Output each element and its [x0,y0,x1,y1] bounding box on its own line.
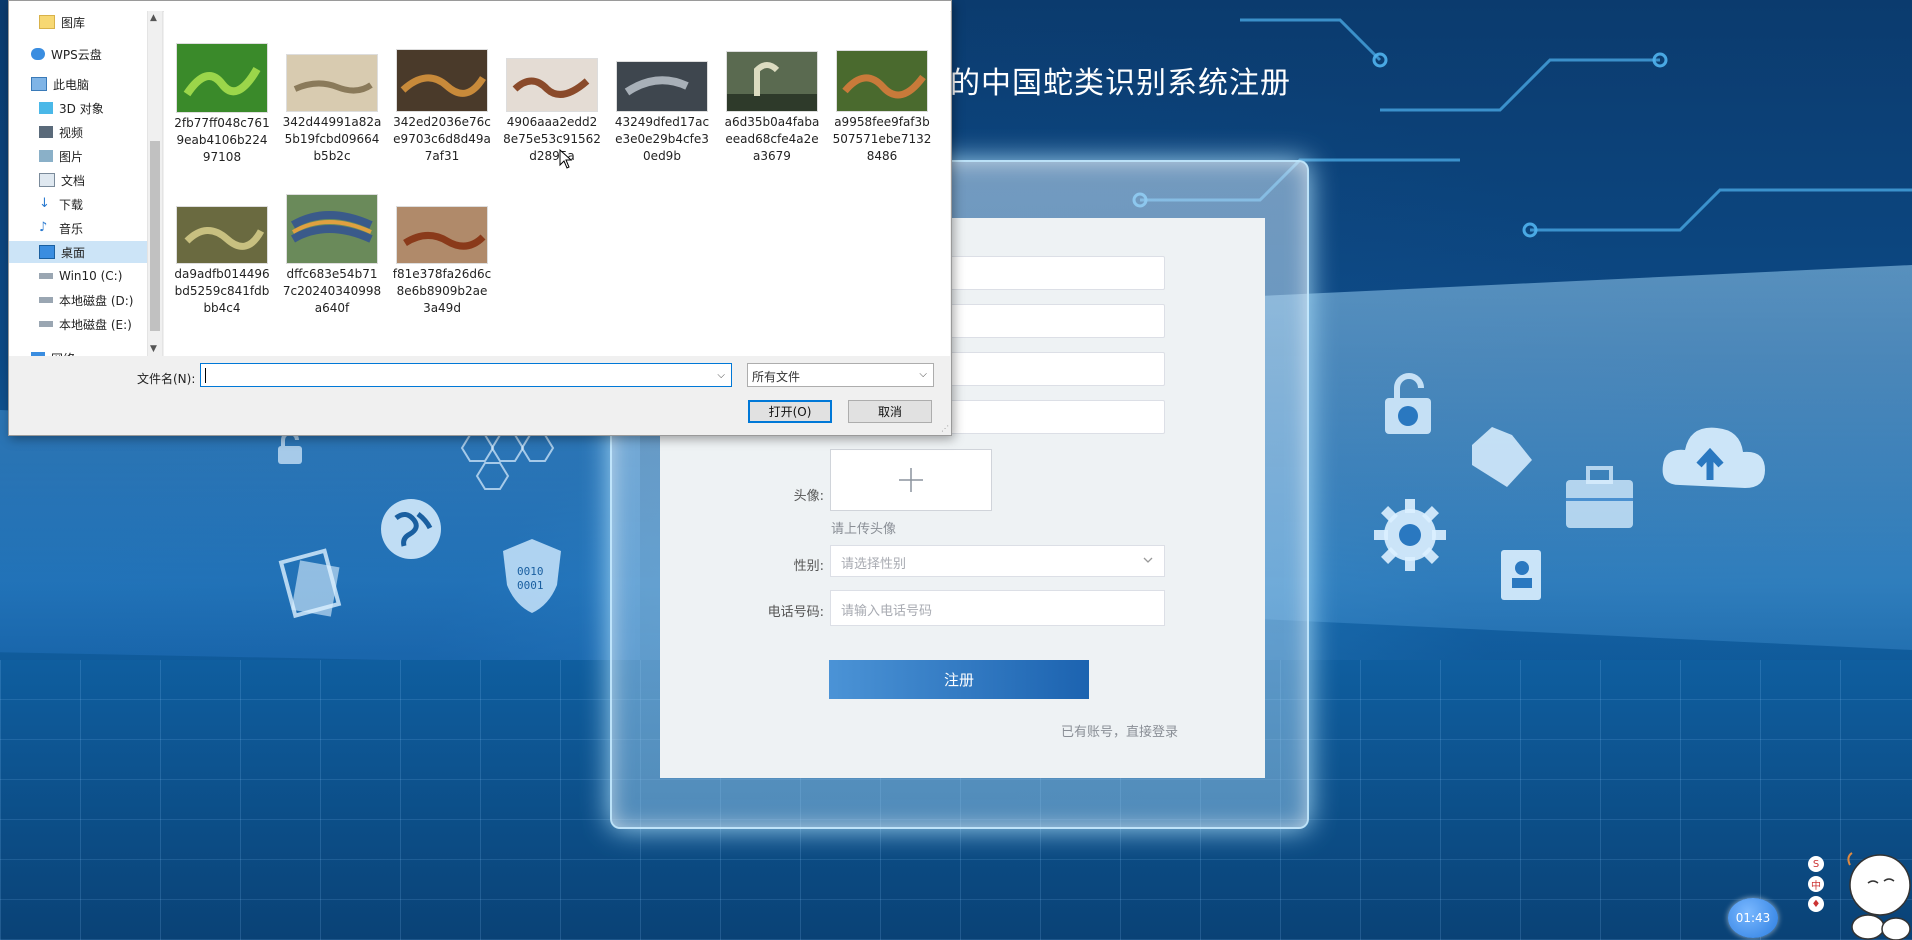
snake-thumbnail [396,206,488,264]
contact-book-icon [1501,550,1541,600]
nav-item-videos[interactable]: 视频 [9,121,147,143]
nav-item-wps-cloud[interactable]: WPS云盘 [9,43,147,65]
pictures-icon [278,548,342,619]
snake-thumbnail [286,194,378,264]
resize-grip-icon[interactable]: ⋰ [941,424,949,433]
nav-item-drive-d[interactable]: 本地磁盘 (D:) [9,289,147,311]
nav-item-desktop[interactable]: 桌面 [9,241,147,263]
hexagon-pattern [460,434,555,490]
file-item[interactable]: f81e378fa26d6c 8e6b8909b2ae 3a49d [392,206,492,317]
file-open-dialog: 图库 WPS云盘 此电脑 3D 对象 视频 图片 文档 ↓ 下载 ♪ 音乐 桌面… [8,0,952,436]
file-item[interactable]: 43249dfed17ac e3e0e29b4cfe3 0ed9b [612,61,712,165]
folder-icon [1472,427,1532,487]
file-item[interactable]: a9958fee9faf3b 507571ebe7132 8486 [832,50,932,165]
briefcase-icon [1566,466,1633,528]
mouse-cursor-icon [559,149,573,169]
drive-icon [39,297,53,303]
cloud-icon [31,48,45,60]
phone-label: 电话号码: [767,605,824,620]
file-item[interactable]: 342ed2036e76c e9703c6d8d49a 7af31 [392,49,492,165]
scroll-up-arrow-icon[interactable]: ▲ [150,13,157,23]
input-method-icon[interactable]: 中 [1808,876,1824,892]
gender-label: 性别: [793,559,824,574]
text-caret [205,368,206,383]
snake-thumbnail [286,54,378,112]
dialog-bottom-bar: 文件名(N): ⌵ 所有文件 ⌵ 打开(O) 取消 ⋰ [9,356,951,435]
file-item[interactable]: 4906aaa2edd2 8e75e53c91562 d2895a [502,58,602,165]
sogou-icon[interactable]: S [1808,856,1824,872]
mascot-character [1847,852,1911,940]
gear-icon [1374,499,1446,571]
svg-text:0010: 0010 [517,565,544,578]
file-item[interactable]: da9adfb014496 bd5259c841fdb bb4c4 [172,206,272,317]
chevron-down-icon[interactable]: ⌵ [717,370,725,381]
file-item[interactable]: a6d35b0a4faba eead68cfe4a2e a3679 [722,51,822,165]
gender-select[interactable]: 请选择性别 [830,545,1165,577]
nav-item-gallery[interactable]: 图库 [9,11,147,33]
nav-item-music[interactable]: ♪ 音乐 [9,217,147,239]
avatar-hint: 请上传头像 [831,522,897,537]
cancel-button[interactable]: 取消 [848,400,932,423]
snake-thumbnail [616,61,708,112]
file-item[interactable]: 342d44991a82a 5b19fcbd09664 b5b2c [282,54,382,165]
scroll-down-arrow-icon[interactable]: ▼ [150,344,157,354]
filename-input[interactable]: ⌵ [200,363,732,387]
snake-thumbnail [836,50,928,112]
scrollbar-thumb[interactable] [150,141,160,331]
chevron-down-icon [1143,557,1153,563]
video-icon [39,126,53,138]
document-icon [39,173,55,187]
side-toolbar: S 中 ♦ [1808,856,1828,916]
snake-thumbnail [176,206,268,264]
nav-item-pictures[interactable]: 图片 [9,145,147,167]
open-button[interactable]: 打开(O) [748,400,832,423]
shield-icon: 0010 0001 [503,539,561,613]
snake-thumbnail [396,49,488,112]
gender-select-placeholder: 请选择性别 [841,557,907,572]
picture-icon [39,150,53,162]
download-icon: ↓ [39,196,50,211]
file-list-pane: 2fb77ff048c761 9eab4106b224 97108 342d44… [164,11,950,356]
snake-thumbnail [506,58,598,112]
music-icon: ♪ [39,220,48,235]
globe-icon [381,499,441,559]
filetype-select[interactable]: 所有文件 ⌵ [747,363,934,387]
nav-item-network[interactable]: 网络 [9,347,147,356]
nav-item-drive-c[interactable]: Win10 (C:) [9,265,147,287]
snake-thumbnail [176,43,268,113]
cube-icon [39,102,53,114]
shirt-icon[interactable]: ♦ [1808,896,1824,912]
navigation-scrollbar[interactable]: ▲ ▼ [147,11,162,356]
phone-input[interactable]: 请输入电话号码 [830,590,1165,626]
nav-item-3d-objects[interactable]: 3D 对象 [9,97,147,119]
nav-item-downloads[interactable]: ↓ 下载 [9,193,147,215]
plus-icon [899,468,923,492]
folder-icon [39,15,55,29]
register-button[interactable]: 注册 [829,660,1089,699]
background-panel-right [1265,265,1912,650]
file-item[interactable]: dffc683e54b71 7c20240340998 a640f [282,194,382,317]
nav-item-drive-e[interactable]: 本地磁盘 (E:) [9,313,147,335]
snake-thumbnail [726,51,818,112]
navigation-pane: 图库 WPS云盘 此电脑 3D 对象 视频 图片 文档 ↓ 下载 ♪ 音乐 桌面… [9,11,163,356]
chevron-down-icon: ⌵ [919,369,927,380]
desktop-icon [39,245,55,259]
nav-item-documents[interactable]: 文档 [9,169,147,191]
drive-icon [39,273,53,279]
timer-bubble[interactable]: 01:43 [1728,898,1778,938]
filename-label: 文件名(N): [137,372,196,386]
svg-text:0001: 0001 [517,579,544,592]
avatar-upload-box[interactable] [830,449,992,511]
cloud-upload-icon [1662,427,1765,488]
avatar-label: 头像: [793,489,824,504]
login-link[interactable]: 已有账号，直接登录 [1061,721,1178,740]
lock-globe-icon [1385,373,1431,434]
nav-item-this-pc[interactable]: 此电脑 [9,73,147,95]
computer-icon [31,77,47,91]
file-item[interactable]: 2fb77ff048c761 9eab4106b224 97108 [172,43,272,166]
drive-icon [39,321,53,327]
page-title: 的中国蛇类识别系统注册 [950,66,1291,101]
